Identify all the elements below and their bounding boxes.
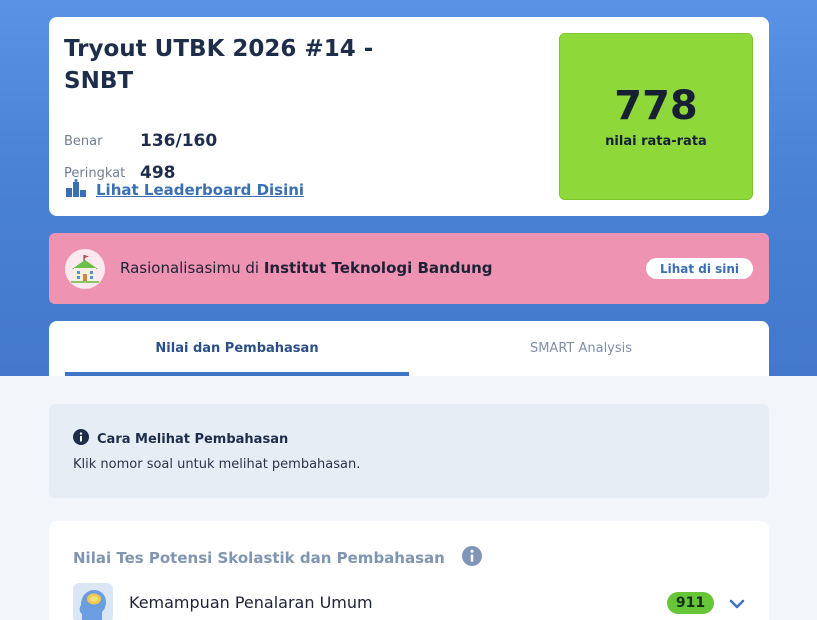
info-box: Cara Melihat Pembahasan Klik nomor soal … [49, 404, 769, 498]
average-score-caption: nilai rata-rata [605, 134, 707, 149]
subtest-name[interactable]: Kemampuan Penalaran Umum [129, 593, 373, 612]
info-icon [73, 429, 89, 449]
subtest-score-badge: 911 [667, 592, 714, 614]
banner-campus: Institut Teknologi Bandung [263, 259, 493, 277]
banner-text: Rasionalisasimu di Institut Teknologi Ba… [120, 259, 493, 277]
view-rationalization-button[interactable]: Lihat di sini [646, 258, 753, 279]
average-score-box: 778 nilai rata-rata [559, 33, 753, 200]
tps-panel: Nilai Tes Potensi Skolastik dan Pembahas… [49, 521, 769, 620]
result-tabs: Nilai dan Pembahasan SMART Analysis [49, 321, 769, 376]
leaderboard-link-label[interactable]: Lihat Leaderboard Disini [96, 181, 304, 199]
school-icon [65, 249, 105, 289]
banner-text-prefix: Rasionalisasimu di [120, 259, 264, 277]
leaderboard-icon [66, 179, 86, 201]
leaderboard-link[interactable]: Lihat Leaderboard Disini [66, 179, 304, 201]
rationalization-banner: Rasionalisasimu di Institut Teknologi Ba… [49, 233, 769, 304]
benar-label: Benar [64, 134, 103, 149]
info-icon[interactable] [461, 545, 483, 571]
result-card: Tryout UTBK 2026 #14 - SNBT Benar 136/16… [49, 17, 769, 216]
info-body: Klik nomor soal untuk melihat pembahasan… [73, 457, 361, 472]
average-score: 778 [614, 83, 698, 129]
info-header: Cara Melihat Pembahasan [73, 429, 288, 449]
panel-header: Nilai Tes Potensi Skolastik dan Pembahas… [73, 545, 483, 571]
benar-value: 136/160 [140, 131, 218, 151]
chevron-down-icon[interactable] [727, 594, 747, 614]
tab-nilai-pembahasan[interactable]: Nilai dan Pembahasan [65, 321, 409, 376]
panel-title: Nilai Tes Potensi Skolastik dan Pembahas… [73, 549, 445, 567]
info-title: Cara Melihat Pembahasan [97, 431, 289, 447]
tab-smart-analysis[interactable]: SMART Analysis [409, 321, 753, 376]
brain-head-icon [73, 583, 113, 620]
tryout-title: Tryout UTBK 2026 #14 - SNBT [64, 36, 374, 94]
